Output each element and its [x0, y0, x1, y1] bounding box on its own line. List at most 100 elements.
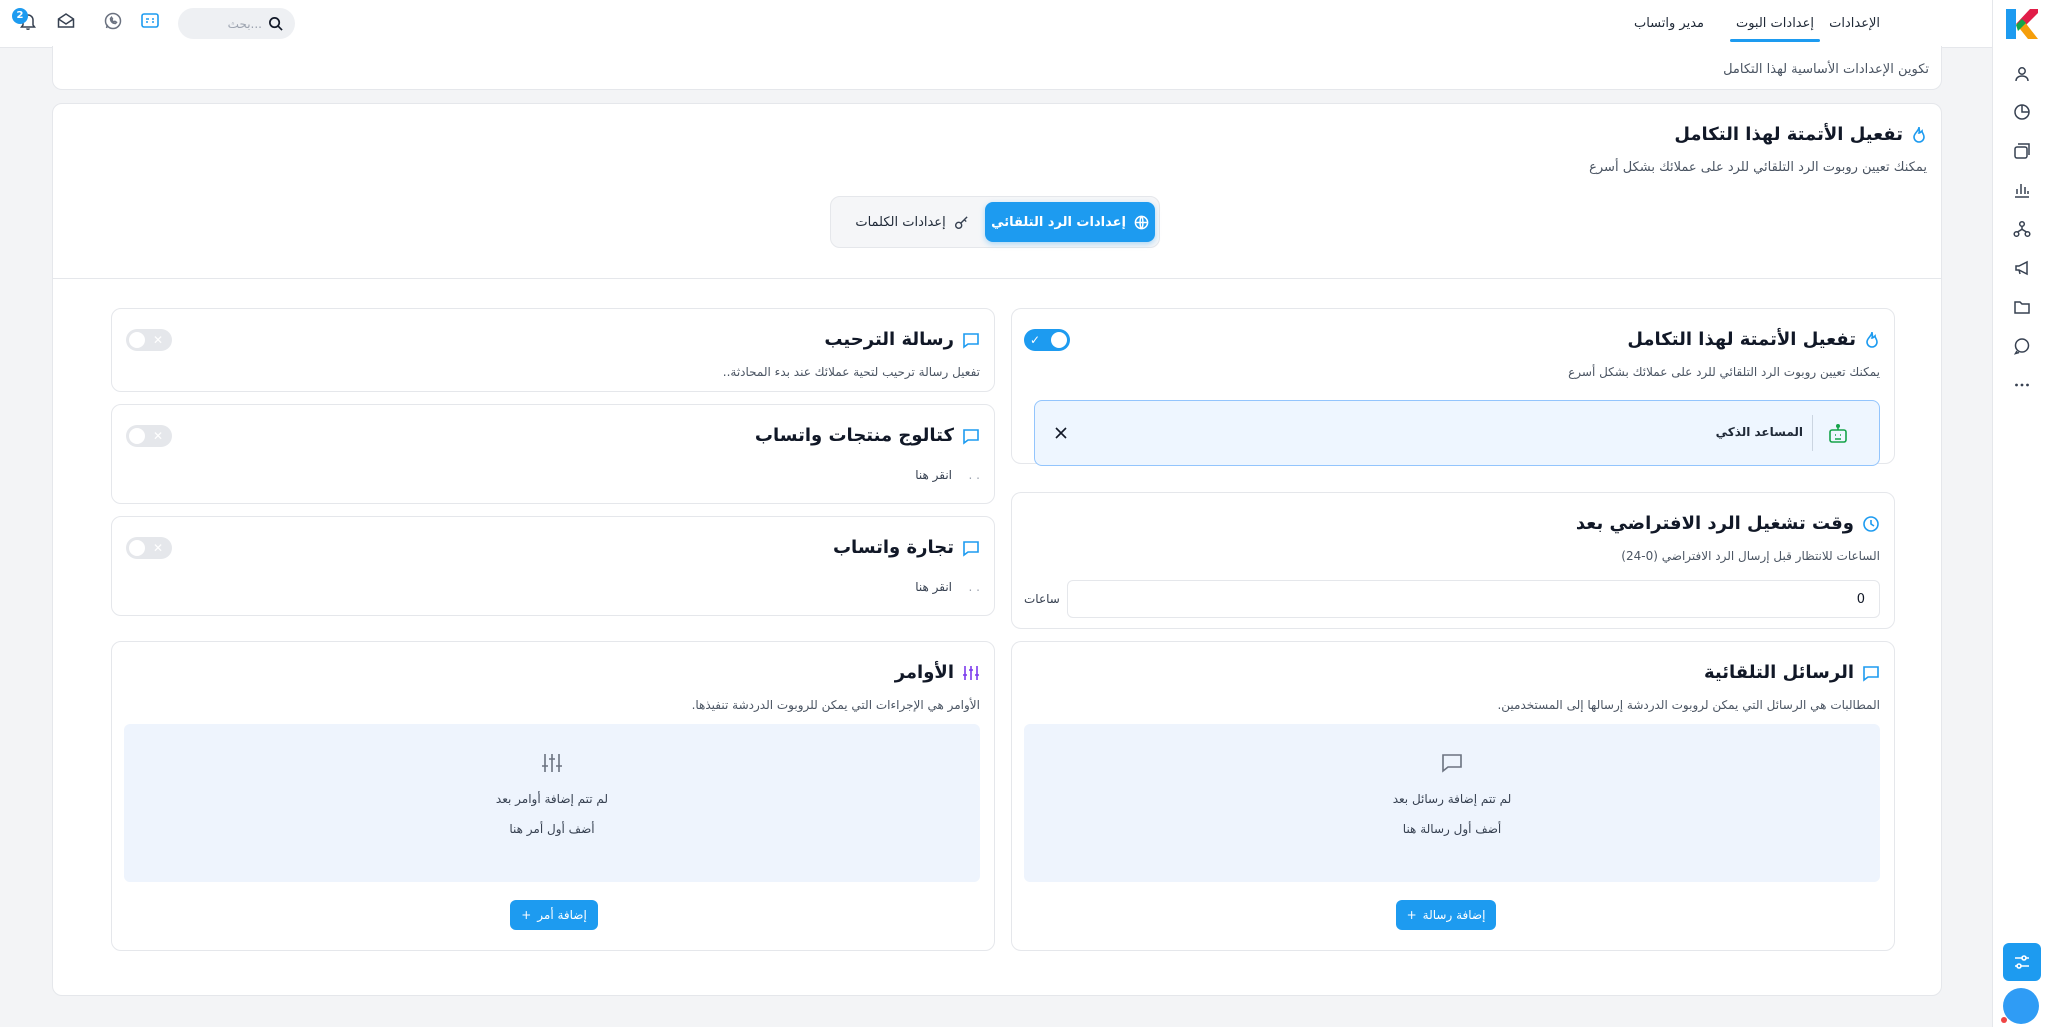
auto-messages-empty-hint: أضف أول رسالة هنا	[1402, 822, 1502, 836]
automation-card-subtitle: يمكنك تعيين روبوت الرد التلقائي للرد على…	[1589, 160, 1927, 175]
catalog-panel: كتالوج منتجات واتساب . . انقر هنا ✕	[111, 404, 995, 504]
catalog-title: كتالوج منتجات واتساب	[755, 425, 980, 446]
folder-icon[interactable]	[2013, 298, 2031, 316]
message-icon	[963, 332, 979, 349]
tab-auto-reply-label: إعدادات الرد التلقائي	[991, 214, 1126, 230]
divider	[53, 278, 1941, 279]
more-icon[interactable]	[2013, 376, 2031, 394]
catalog-hint[interactable]: انقر هنا	[915, 468, 952, 482]
default-reply-subtitle: الساعات للانتظار قبل إرسال الرد الافتراض…	[1621, 549, 1880, 563]
default-reply-title: وقت تشغيل الرد الافتراضي بعد	[1576, 513, 1880, 534]
tab-settings[interactable]: الإعدادات	[1829, 16, 1880, 31]
activation-toggle[interactable]: ✓	[1024, 329, 1070, 351]
search-input[interactable]: بحث...	[178, 8, 295, 39]
hours-unit-label: ساعات	[1024, 592, 1060, 606]
chat-icon[interactable]	[2013, 337, 2031, 355]
welcome-toggle[interactable]: ✕	[126, 329, 172, 351]
catalog-dots: . .	[968, 468, 980, 482]
basic-settings-subtitle: تكوين الإعدادات الأساسية لهذا التكامل	[1723, 62, 1929, 77]
message-icon	[1863, 665, 1879, 682]
message-icon	[963, 540, 979, 557]
notification-badge: 2	[12, 8, 28, 24]
message-icon	[1442, 754, 1462, 773]
commerce-hint[interactable]: انقر هنا	[915, 580, 952, 594]
flame-icon	[1913, 126, 1925, 143]
tab-bot-settings[interactable]: إعدادات البوت	[1729, 16, 1821, 42]
tab-whatsapp-manager[interactable]: مدير واتساب	[1634, 16, 1704, 31]
divider	[1812, 415, 1813, 451]
megaphone-icon[interactable]	[2013, 259, 2031, 277]
commands-empty-state: لم تتم إضافة أوامر بعد أضف أول أمر هنا	[124, 724, 980, 882]
message-icon	[963, 428, 979, 445]
chat-launcher-button[interactable]	[2003, 988, 2039, 1024]
catalog-toggle[interactable]: ✕	[126, 425, 172, 447]
globe-icon	[1134, 215, 1149, 229]
status-dot	[2001, 1017, 2007, 1023]
auto-messages-subtitle: المطالبات هي الرسائل التي يمكن لروبوت ال…	[1497, 698, 1880, 712]
commands-title-text: الأوامر	[894, 662, 954, 683]
smart-assistant-row[interactable]: المساعد الذكي	[1034, 400, 1880, 466]
commands-empty-text: لم تتم إضافة أوامر بعد	[495, 792, 609, 806]
auto-messages-title: الرسائل التلقائية	[1704, 662, 1880, 683]
welcome-subtitle: تفعيل رسالة ترحيب لتحية عملائك عند بدء ا…	[722, 365, 980, 379]
robot-icon	[1829, 423, 1847, 443]
user-icon[interactable]	[2013, 65, 2031, 83]
whatsapp-icon[interactable]	[103, 11, 123, 31]
pie-chart-icon[interactable]	[2013, 103, 2031, 121]
flame-icon	[1866, 331, 1878, 348]
sliders-icon	[963, 665, 979, 680]
plus-icon: +	[521, 908, 532, 922]
welcome-title: رسالة الترحيب	[824, 329, 980, 350]
commerce-title: تجارة واتساب	[833, 537, 980, 558]
default-reply-title-text: وقت تشغيل الرد الافتراضي بعد	[1575, 513, 1854, 534]
add-message-label: إضافة رسالة	[1422, 908, 1486, 922]
add-command-button[interactable]: إضافة أمر +	[510, 900, 598, 930]
catalog-title-text: كتالوج منتجات واتساب	[754, 425, 954, 446]
commerce-toggle[interactable]: ✕	[126, 537, 172, 559]
contact-card-icon[interactable]	[140, 11, 160, 31]
network-icon[interactable]	[2013, 220, 2031, 238]
sliders-icon	[2015, 955, 2029, 969]
tab-auto-reply-settings[interactable]: إعدادات الرد التلقائي	[985, 202, 1155, 242]
add-message-button[interactable]: إضافة رسالة +	[1396, 900, 1496, 930]
commands-empty-hint: أضف أول أمر هنا	[509, 822, 595, 836]
activation-title-text: تفعيل الأتمتة لهذا التكامل	[1627, 329, 1856, 350]
mail-icon[interactable]	[56, 11, 76, 31]
commerce-title-text: تجارة واتساب	[832, 537, 954, 558]
automation-card-title: تفعيل الأتمتة لهذا التكامل	[1674, 124, 1927, 145]
close-icon[interactable]	[1053, 425, 1069, 441]
welcome-message-panel: رسالة الترحيب تفعيل رسالة ترحيب لتحية عم…	[111, 308, 995, 392]
activation-subtitle: يمكنك تعيين روبوت الرد التلقائي للرد على…	[1568, 365, 1880, 379]
welcome-title-text: رسالة الترحيب	[824, 329, 954, 350]
tab-keyword-settings[interactable]: إعدادات الكلمات	[837, 202, 987, 242]
auto-messages-panel: الرسائل التلقائية المطالبات هي الرسائل ا…	[1011, 641, 1895, 951]
side-rail	[1992, 0, 2048, 1027]
default-reply-panel: وقت تشغيل الرد الافتراضي بعد الساعات للا…	[1011, 492, 1895, 629]
activation-title: تفعيل الأتمتة لهذا التكامل	[1627, 329, 1880, 350]
auto-messages-empty-state: لم تتم إضافة رسائل بعد أضف أول رسالة هنا	[1024, 724, 1880, 882]
activation-panel: تفعيل الأتمتة لهذا التكامل يمكنك تعيين ر…	[1011, 308, 1895, 466]
auto-messages-empty-text: لم تتم إضافة رسائل بعد	[1392, 792, 1512, 806]
commerce-panel: تجارة واتساب . . انقر هنا ✕	[111, 516, 995, 616]
default-reply-hours-input[interactable]: 0	[1067, 580, 1880, 618]
commands-panel: الأوامر الأوامر هي الإجراءات التي يمكن ل…	[111, 641, 995, 951]
add-command-label: إضافة أمر	[537, 908, 587, 922]
sliders-icon	[542, 754, 562, 772]
commerce-dots: . .	[968, 580, 980, 594]
layers-icon[interactable]	[2013, 142, 2031, 160]
assistant-label: المساعد الذكي	[1715, 425, 1803, 439]
settings-tabs: إعدادات الرد التلقائي إعدادات الكلمات	[830, 196, 1160, 248]
plus-icon: +	[1406, 908, 1417, 922]
automation-card-title-text: تفعيل الأتمتة لهذا التكامل	[1674, 124, 1903, 145]
key-icon	[954, 215, 968, 229]
tab-keywords-label: إعدادات الكلمات	[855, 214, 946, 230]
clock-icon	[1863, 515, 1879, 532]
top-bar: الإعدادات إعدادات البوت مدير واتساب بحث.…	[0, 0, 1992, 48]
app-logo[interactable]	[2004, 7, 2038, 41]
search-icon	[269, 17, 283, 31]
basic-settings-card: تكوين الإعدادات الأساسية لهذا التكامل	[52, 46, 1942, 90]
settings-sliders-button[interactable]	[2003, 943, 2041, 981]
commands-title: الأوامر	[895, 662, 980, 683]
bar-chart-icon[interactable]	[2013, 181, 2031, 199]
commands-subtitle: الأوامر هي الإجراءات التي يمكن للروبوت ا…	[691, 698, 980, 712]
